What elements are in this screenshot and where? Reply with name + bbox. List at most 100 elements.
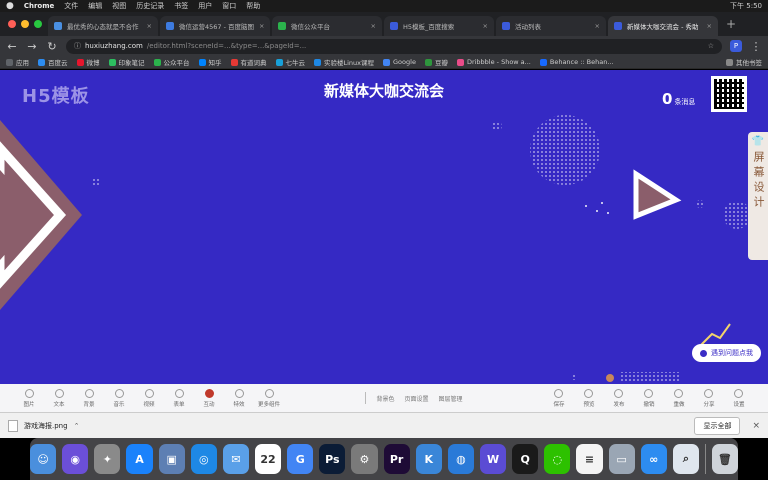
close-tab-icon[interactable]: × <box>483 22 488 30</box>
bookmark-item[interactable]: 实验楼Linux课程 <box>314 57 374 67</box>
bookmark-star-icon[interactable]: ☆ <box>708 42 714 50</box>
tool-save[interactable]: 保存 <box>544 388 574 408</box>
download-filename[interactable]: 游戏海报.png <box>24 421 68 431</box>
show-all-downloads-button[interactable]: 显示全部 <box>694 416 741 435</box>
bookmark-item[interactable]: Google <box>383 58 416 66</box>
menubar-app-name[interactable]: Chrome <box>24 2 54 10</box>
mail-icon[interactable]: ✉ <box>222 444 249 474</box>
screen-design-panel[interactable]: 👕 屏幕设计 <box>748 132 768 260</box>
bookmark-item[interactable]: 印象笔记 <box>108 57 145 67</box>
tool-music[interactable]: 音乐 <box>104 388 134 408</box>
back-arrow-icon[interactable]: ← <box>6 40 18 53</box>
chrome-icon[interactable]: G <box>287 444 314 474</box>
background-color-button[interactable]: 背景色 <box>376 394 394 403</box>
tool-undo[interactable]: 撤销 <box>634 388 664 408</box>
photoshop-icon[interactable]: Ps <box>319 444 346 474</box>
wps-icon[interactable]: W <box>479 444 507 474</box>
layer-manager-button[interactable]: 图层管理 <box>439 394 463 403</box>
tool-settings[interactable]: 设置 <box>724 388 754 408</box>
tool-redo[interactable]: 重做 <box>664 388 694 408</box>
qr-code[interactable] <box>711 76 747 112</box>
bookmark-item[interactable]: 豆瓣 <box>424 57 448 67</box>
tool-interact[interactable]: 互动 <box>194 388 224 408</box>
finder-icon[interactable]: ☺ <box>30 444 57 474</box>
tool-form[interactable]: 表单 <box>164 388 194 408</box>
system-preferences-icon[interactable]: ⚙ <box>351 444 378 474</box>
forward-arrow-icon[interactable]: → <box>26 40 38 53</box>
page-settings-button[interactable]: 页面设置 <box>404 394 428 403</box>
menu-people[interactable]: 用户 <box>198 1 212 11</box>
bookmark-item[interactable]: 公众平台 <box>153 57 190 67</box>
chevron-up-icon[interactable]: ⌃ <box>74 422 80 430</box>
other-bookmarks[interactable]: 其他书签 <box>726 57 762 67</box>
close-tab-icon[interactable]: × <box>147 22 152 30</box>
finder-window-icon[interactable]: ▭ <box>608 444 635 474</box>
browser-tab-active[interactable]: 新媒体大咖交流会 - 秀助 × <box>608 16 718 36</box>
tool-background[interactable]: 背景 <box>74 388 104 408</box>
tool-share[interactable]: 分享 <box>694 388 724 408</box>
message-counter[interactable]: 0 条消息 <box>662 90 695 108</box>
close-tab-icon[interactable]: × <box>595 22 600 30</box>
bookmark-item[interactable]: Behance :: Behan... <box>539 58 614 66</box>
close-window-button[interactable] <box>8 20 16 28</box>
launchpad-icon[interactable]: ✦ <box>94 444 121 474</box>
close-tab-icon[interactable]: × <box>259 22 264 30</box>
browser-tab[interactable]: H5模板_百度搜索 × <box>384 16 494 36</box>
browser-icon[interactable]: ◍ <box>447 444 474 474</box>
siri-icon[interactable]: ◉ <box>62 444 89 474</box>
menu-help[interactable]: 帮助 <box>246 1 260 11</box>
reload-icon[interactable]: ↻ <box>46 40 58 53</box>
browser-tab[interactable]: 微信公众平台 × <box>272 16 382 36</box>
bookmark-label: 印象笔记 <box>118 59 145 67</box>
tool-text[interactable]: 文本 <box>44 388 74 408</box>
zoom-window-button[interactable] <box>34 20 42 28</box>
menu-edit[interactable]: 编辑 <box>88 1 102 11</box>
browser-tab[interactable]: 活动列表 × <box>496 16 606 36</box>
tool-effects[interactable]: 特效 <box>224 388 254 408</box>
help-button[interactable]: 遇到问题点我 <box>692 344 761 362</box>
app-store-icon[interactable]: A <box>126 444 153 474</box>
window-controls <box>8 20 42 28</box>
new-tab-button[interactable]: + <box>720 17 742 31</box>
safari-icon[interactable]: ◎ <box>190 444 217 474</box>
bookmark-item[interactable]: 有道词典 <box>230 57 267 67</box>
keynote-icon[interactable]: K <box>415 444 442 474</box>
wechat-icon[interactable]: ◌ <box>544 444 571 474</box>
close-tab-icon[interactable]: × <box>707 22 712 30</box>
close-icon[interactable]: × <box>752 421 760 431</box>
menu-window[interactable]: 窗口 <box>222 1 236 11</box>
tool-image[interactable]: 图片 <box>14 388 44 408</box>
calendar-icon[interactable]: 22 <box>255 444 282 474</box>
address-bar[interactable]: ⓘ huxiuzhang.com/editor.html?sceneId=...… <box>66 38 722 54</box>
qq-icon[interactable]: Q <box>512 444 539 474</box>
bookmark-item[interactable]: 微博 <box>76 57 100 67</box>
menu-view[interactable]: 视图 <box>112 1 126 11</box>
close-tab-icon[interactable]: × <box>371 22 376 30</box>
weibo-icon <box>76 58 84 66</box>
menu-bookmarks[interactable]: 书签 <box>174 1 188 11</box>
bookmark-item[interactable]: 七牛云 <box>275 57 305 67</box>
tool-more[interactable]: 更多组件 <box>254 388 284 408</box>
tool-video[interactable]: 视频 <box>134 388 164 408</box>
preview-search-icon[interactable]: ⌕ <box>672 444 699 474</box>
bookmark-item[interactable]: 应用 <box>6 57 29 67</box>
minimize-window-button[interactable] <box>21 20 29 28</box>
bookmark-item[interactable]: 知乎 <box>198 57 222 67</box>
baidu-netdisk-icon[interactable]: ∞ <box>640 444 667 474</box>
premiere-icon[interactable]: Pr <box>383 444 410 474</box>
browser-tab[interactable]: 微信运营4567 - 百度脑图 × <box>160 16 270 36</box>
trash-icon[interactable]: 🗑 <box>711 444 738 474</box>
tool-publish[interactable]: 发布 <box>604 388 634 408</box>
preview-icon[interactable]: ▣ <box>158 444 185 474</box>
browser-tab[interactable]: 最优秀的心态就是不合作 × <box>48 16 158 36</box>
notes-icon[interactable]: ≡ <box>576 444 603 474</box>
menu-file[interactable]: 文件 <box>64 1 78 11</box>
apple-icon[interactable]: ● <box>6 1 14 11</box>
menu-history[interactable]: 历史记录 <box>136 1 164 11</box>
more-menu-icon[interactable]: ⋮ <box>750 40 762 53</box>
menubar-clock[interactable]: 下午 5:50 <box>730 1 762 11</box>
profile-avatar[interactable]: P <box>730 40 742 52</box>
bookmark-item[interactable]: 百度云 <box>38 57 68 67</box>
bookmark-item[interactable]: Dribbble - Show a... <box>456 58 531 66</box>
tool-preview[interactable]: 预览 <box>574 388 604 408</box>
